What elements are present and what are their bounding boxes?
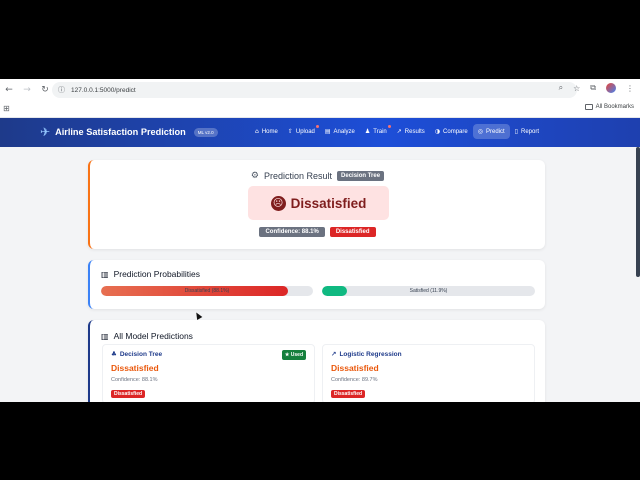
nav-compare-label: Compare xyxy=(443,128,468,135)
nav-analyze-label: Analyze xyxy=(333,128,355,135)
version-badge: ML v2.0 xyxy=(193,127,218,137)
reload-icon[interactable]: ↻ xyxy=(40,85,50,95)
brand-title: Airline Satisfaction Prediction xyxy=(55,127,186,137)
model-prediction: Dissatisfied xyxy=(331,363,379,373)
browser-chrome: ← → ↻ ⓘ 127.0.0.1:5000/predict ⌕ ☆ ⧉ ⋮ ⊞… xyxy=(0,79,640,118)
notification-dot xyxy=(387,125,391,128)
nav-analyze[interactable]: ▤ Analyze xyxy=(320,124,360,139)
airplane-icon: ✈ xyxy=(40,125,51,139)
profile-avatar[interactable] xyxy=(606,83,616,93)
model-tag: Dissatisfied xyxy=(331,390,366,398)
sad-face-icon: ☹ xyxy=(270,195,286,211)
nav-predict[interactable]: ◎ Predict xyxy=(472,124,510,139)
address-bar[interactable]: ⓘ 127.0.0.1:5000/predict xyxy=(52,82,577,98)
tree-icon: ♣ xyxy=(111,350,117,358)
probabilities-card: ▥ Prediction Probabilities Dissatisfied … xyxy=(88,260,545,309)
prediction-result-card: ⚙ Prediction Result Decision Tree ☹ Diss… xyxy=(88,160,545,249)
outcome-badge: ☹ Dissatisfied xyxy=(248,186,389,220)
back-icon[interactable]: ← xyxy=(4,85,14,95)
model-card-logistic-regression: ↗ Logistic Regression Dissatisfied Confid… xyxy=(322,344,535,402)
outcome-text: Dissatisfied xyxy=(290,195,367,211)
model-tag: Decision Tree xyxy=(337,171,385,181)
model-prediction: Dissatisfied xyxy=(111,363,159,373)
all-models-title: All Model Predictions xyxy=(113,331,193,341)
scrollbar[interactable] xyxy=(636,147,640,277)
zoom-icon[interactable]: ⌕ xyxy=(559,83,563,93)
model-name: Decision Tree xyxy=(119,350,163,358)
compare-icon: ◑ xyxy=(434,128,441,135)
model-confidence: Confidence: 89.7% xyxy=(331,377,378,383)
extensions-icon[interactable]: ⧉ xyxy=(590,83,596,93)
nav-compare[interactable]: ◑ Compare xyxy=(430,124,473,139)
apps-grid-icon[interactable]: ⊞ xyxy=(3,104,10,113)
model-tag: Dissatisfied xyxy=(111,390,146,398)
probabilities-title: Prediction Probabilities xyxy=(113,269,201,279)
folder-icon xyxy=(584,104,593,110)
nav-results-label: Results xyxy=(404,128,425,135)
url-text: 127.0.0.1:5000/predict xyxy=(71,86,136,94)
bar-chart-icon: ▥ xyxy=(101,269,109,279)
bookmark-star-icon[interactable]: ☆ xyxy=(573,84,580,93)
forward-icon[interactable]: → xyxy=(22,85,32,95)
notification-dot xyxy=(315,125,319,128)
all-models-card: ▥ All Model Predictions ♣ Decision Tree ★… xyxy=(88,320,545,402)
main-content: ⚙ Prediction Result Decision Tree ☹ Diss… xyxy=(0,147,634,402)
used-badge: ★ Used xyxy=(281,350,306,360)
browser-window: ← → ↻ ⓘ 127.0.0.1:5000/predict ⌕ ☆ ⧉ ⋮ ⊞… xyxy=(0,79,640,402)
dissatisfied-bar: Dissatisfied (88.1%) xyxy=(101,286,313,296)
menu-icon[interactable]: ⋮ xyxy=(626,84,634,93)
dissatisfied-bar-label: Dissatisfied (88.1%) xyxy=(184,288,230,294)
app-navbar: ✈ Airline Satisfaction Prediction ML v2.… xyxy=(0,118,640,147)
nav-report[interactable]: ▯ Report xyxy=(510,124,544,139)
nav-report-label: Report xyxy=(520,128,539,135)
nav-predict-label: Predict xyxy=(485,128,505,135)
nav-train[interactable]: ♟ Train xyxy=(360,124,392,139)
bar-chart-icon: ▥ xyxy=(101,331,109,341)
model-confidence: Confidence: 88.1% xyxy=(111,377,158,383)
upload-icon: ⇧ xyxy=(287,128,293,135)
chart-icon: ▤ xyxy=(324,128,331,135)
confidence-badge: Confidence: 88.1% xyxy=(259,227,325,237)
line-chart-icon: ↗ xyxy=(331,350,337,358)
site-info-icon[interactable]: ⓘ xyxy=(58,85,65,95)
person-icon: ♟ xyxy=(364,128,371,135)
used-badge-label: Used xyxy=(290,352,303,358)
nav-upload-label: Upload xyxy=(295,128,315,135)
satisfied-bar-label: Satisfied (11.9%) xyxy=(409,288,448,294)
nav-results[interactable]: ↗ Results xyxy=(392,124,430,139)
satisfied-bar: Satisfied (11.9%) xyxy=(322,286,535,296)
outcome-tag: Dissatisfied xyxy=(329,227,376,237)
nav-home-label: Home xyxy=(261,128,278,135)
nav-home[interactable]: ⌂ Home xyxy=(250,124,283,139)
all-bookmarks-label: All Bookmarks xyxy=(595,104,634,110)
line-chart-icon: ↗ xyxy=(396,128,402,135)
brand[interactable]: ✈ Airline Satisfaction Prediction ML v2.… xyxy=(40,125,218,139)
result-title: Prediction Result xyxy=(264,171,333,181)
document-icon: ▯ xyxy=(514,128,518,135)
home-icon: ⌂ xyxy=(255,128,259,135)
model-name: Logistic Regression xyxy=(339,350,402,358)
model-card-decision-tree: ♣ Decision Tree ★ Used Dissatisfied Confi… xyxy=(102,344,315,402)
robot-icon: ⚙ xyxy=(250,171,259,181)
predict-icon: ◎ xyxy=(477,128,483,135)
all-bookmarks[interactable]: All Bookmarks xyxy=(584,104,634,110)
nav-train-label: Train xyxy=(373,128,387,135)
nav-links: ⌂ Home ⇧ Upload ▤ Analyze ♟ Train ↗ Results ◑… xyxy=(250,124,544,139)
nav-upload[interactable]: ⇧ Upload xyxy=(283,124,320,139)
